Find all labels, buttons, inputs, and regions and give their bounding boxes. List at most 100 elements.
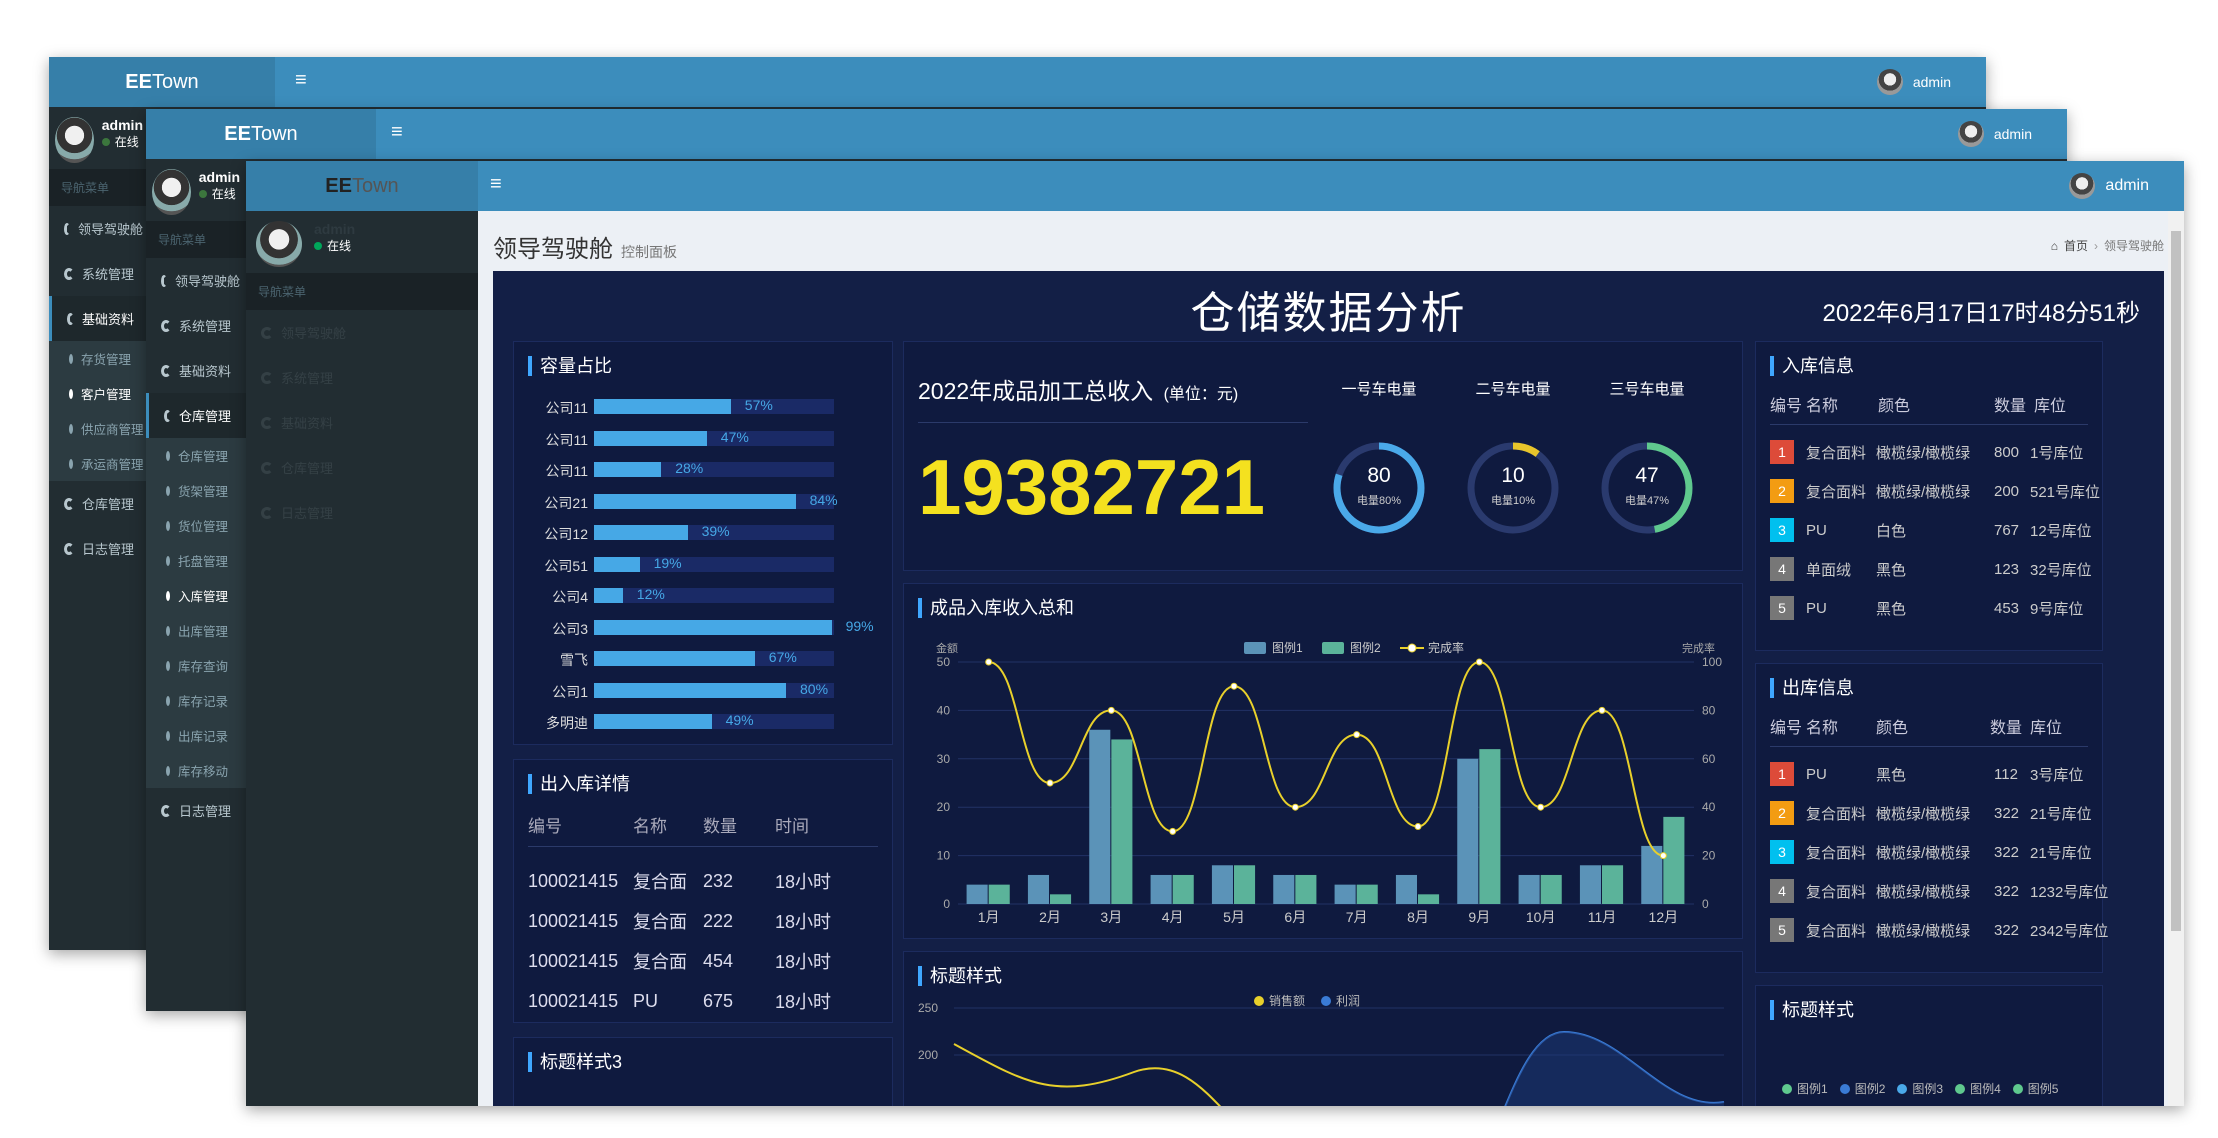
brand-logo[interactable]: EE Town bbox=[146, 109, 376, 159]
top-navbar: EE Town ≡ admin bbox=[146, 109, 2067, 159]
bar bbox=[1395, 874, 1417, 904]
outbound-title: 出库信息 bbox=[1770, 678, 1854, 698]
x-tick: 4月 bbox=[1162, 909, 1184, 925]
sidebar-item-basic[interactable]: 基础资料 bbox=[49, 296, 149, 341]
line-point bbox=[1475, 658, 1483, 666]
menu-toggle-icon[interactable]: ≡ bbox=[490, 173, 502, 196]
legend-label: 完成率 bbox=[1428, 640, 1464, 655]
circle-icon bbox=[166, 625, 170, 636]
capacity-track bbox=[594, 430, 834, 446]
user-menu[interactable]: admin bbox=[1876, 69, 1951, 95]
line-point bbox=[1291, 803, 1299, 811]
submenu-item[interactable]: 存货管理 bbox=[49, 341, 149, 376]
y2-tick: 60 bbox=[1702, 752, 1716, 766]
bar bbox=[1172, 874, 1194, 904]
menu-toggle-icon[interactable]: ≡ bbox=[295, 69, 307, 92]
capacity-bar bbox=[594, 588, 623, 603]
submenu-item[interactable]: 货架管理 bbox=[146, 473, 246, 508]
sidebar-item-basic[interactable]: 基础资料 bbox=[146, 348, 246, 393]
scrollbar[interactable] bbox=[2168, 211, 2184, 1106]
table-row: 2 复合面料 橄榄绿/橄榄绿 200 521号库位 bbox=[1770, 479, 2100, 503]
capacity-bar bbox=[594, 556, 640, 572]
circle-icon bbox=[166, 660, 170, 671]
submenu-item[interactable]: 出库管理 bbox=[146, 613, 246, 648]
sidebar-item-cockpit[interactable]: 领导驾驶舱 bbox=[146, 258, 246, 303]
bar bbox=[1457, 758, 1479, 904]
capacity-bar bbox=[594, 493, 796, 509]
submenu-item[interactable]: 库存查询 bbox=[146, 648, 246, 683]
capacity-row: 公司11 57% bbox=[514, 396, 894, 416]
capacity-value: 49% bbox=[725, 712, 754, 728]
submenu-item[interactable]: 供应商管理 bbox=[49, 411, 149, 446]
window-front: EE Town ≡ admin admin 在线 导航菜单 领导驾驶舱 系统管理 基… bbox=[246, 161, 2184, 1106]
y2-tick: 0 bbox=[1702, 897, 1709, 911]
x-tick: 9月 bbox=[1468, 909, 1490, 925]
table-row: 4 单面绒 黑色 123 32号库位 bbox=[1770, 557, 2092, 581]
user-menu[interactable]: admin bbox=[2069, 173, 2149, 199]
breadcrumb-current: 领导驾驶舱 bbox=[2103, 239, 2164, 253]
capacity-bar bbox=[594, 399, 731, 414]
brand-logo[interactable]: EE Town bbox=[246, 161, 478, 211]
sidebar-item-basic[interactable]: 基础资料 bbox=[246, 400, 478, 445]
sidebar-item-cockpit[interactable]: 领导驾驶舱 bbox=[246, 310, 478, 355]
capacity-track bbox=[594, 556, 834, 572]
sidebar-item-warehouse[interactable]: 仓库管理 bbox=[146, 393, 246, 438]
capacity-row: 多明迪 49% bbox=[514, 711, 894, 731]
sidebar-item-warehouse[interactable]: 仓库管理 bbox=[246, 445, 478, 490]
dashboard-icon bbox=[64, 222, 70, 235]
io-detail-panel: 出入库详情 编号 名称 数量 时间 100021415 复合面 232 18小时 100… bbox=[513, 759, 893, 1023]
capacity-value: 57% bbox=[744, 397, 773, 413]
rank-badge: 2 bbox=[1770, 479, 1794, 503]
circle-icon bbox=[166, 520, 170, 531]
submenu-basic: 存货管理 客户管理 供应商管理 承运商管理 bbox=[49, 341, 149, 481]
y2-tick: 100 bbox=[1702, 655, 1722, 669]
dashboard-icon bbox=[161, 274, 167, 287]
capacity-value: 67% bbox=[768, 649, 797, 665]
submenu-item[interactable]: 客户管理 bbox=[49, 376, 149, 411]
bar bbox=[1089, 729, 1111, 904]
bar bbox=[1518, 874, 1540, 904]
legend-swatch bbox=[1244, 642, 1266, 654]
submenu-item[interactable]: 入库管理 bbox=[146, 578, 246, 613]
user-menu[interactable]: admin bbox=[1957, 121, 2032, 147]
capacity-label: 公司21 bbox=[544, 494, 588, 511]
sidebar-item-log[interactable]: 日志管理 bbox=[146, 788, 246, 833]
submenu-item[interactable]: 货位管理 bbox=[146, 508, 246, 543]
submenu-item[interactable]: 库存移动 bbox=[146, 753, 246, 788]
submenu-item[interactable]: 承运商管理 bbox=[49, 446, 149, 481]
right-title-panel: 标题样式 图例1 图例2 图例3 图例4 图例5 bbox=[1755, 985, 2103, 1106]
capacity-title: 容量占比 bbox=[528, 356, 612, 376]
submenu-item[interactable]: 出库记录 bbox=[146, 718, 246, 753]
submenu-item[interactable]: 库存记录 bbox=[146, 683, 246, 718]
submenu-item[interactable]: 仓库管理 bbox=[146, 438, 246, 473]
pie-icon bbox=[64, 267, 74, 280]
capacity-row: 公司12 39% bbox=[514, 522, 894, 542]
rank-badge: 5 bbox=[1770, 596, 1794, 620]
bar bbox=[1273, 874, 1295, 904]
sidebar: admin 在线 导航菜单 领导驾驶舱 系统管理 基础资料 仓库管理 日志管理 bbox=[246, 211, 478, 1106]
sidebar-item-log[interactable]: 日志管理 bbox=[49, 526, 149, 571]
circle-icon bbox=[69, 388, 73, 399]
capacity-track bbox=[594, 619, 834, 635]
capacity-row: 公司11 28% bbox=[514, 459, 894, 479]
sidebar-item-system[interactable]: 系统管理 bbox=[146, 303, 246, 348]
capacity-track bbox=[594, 651, 834, 666]
capacity-bar bbox=[594, 430, 707, 446]
line-point bbox=[1046, 779, 1054, 787]
bar bbox=[1027, 874, 1049, 904]
capacity-row: 公司1 80% bbox=[514, 680, 894, 700]
submenu-item[interactable]: 托盘管理 bbox=[146, 543, 246, 578]
capacity-bar bbox=[594, 651, 755, 666]
revenue-title: 2022年成品加工总收入 (单位：元) bbox=[918, 378, 1239, 404]
dashboard: 仓储数据分析 2022年6月17日17时48分51秒 容量占比 公司11 57% 公… bbox=[493, 271, 2164, 1106]
menu-toggle-icon[interactable]: ≡ bbox=[391, 121, 403, 144]
x-tick: 8月 bbox=[1407, 909, 1429, 925]
sidebar-item-system[interactable]: 系统管理 bbox=[49, 251, 149, 296]
breadcrumb-home[interactable]: 首页 bbox=[2064, 237, 2088, 254]
brand-logo[interactable]: EE Town bbox=[49, 57, 275, 107]
sidebar-item-cockpit[interactable]: 领导驾驶舱 bbox=[49, 206, 149, 251]
sidebar-item-warehouse[interactable]: 仓库管理 bbox=[49, 481, 149, 526]
sidebar-item-system[interactable]: 系统管理 bbox=[246, 355, 478, 400]
rank-badge: 2 bbox=[1770, 801, 1794, 825]
sidebar-item-log[interactable]: 日志管理 bbox=[246, 490, 478, 535]
